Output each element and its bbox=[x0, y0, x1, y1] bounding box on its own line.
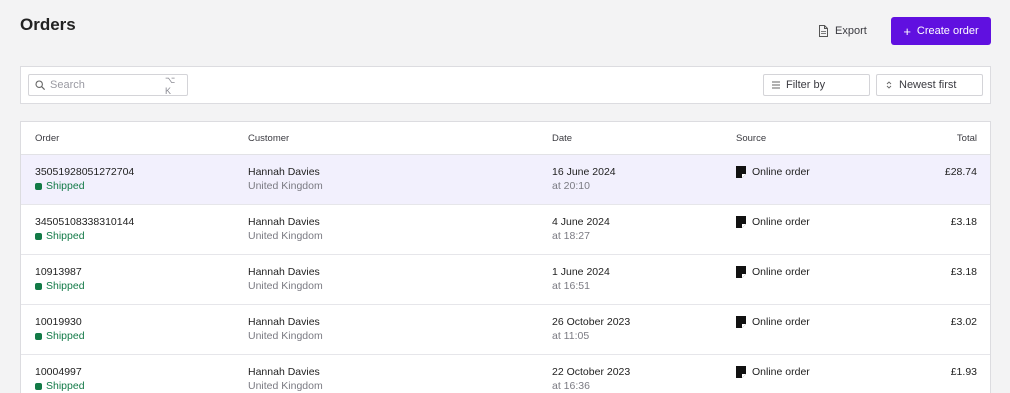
customer-country: United Kingdom bbox=[248, 180, 323, 192]
source-label: Online order bbox=[752, 266, 810, 278]
filter-lines-icon bbox=[772, 81, 780, 89]
search-icon bbox=[35, 80, 45, 90]
receipt-icon bbox=[736, 316, 746, 328]
customer-country: United Kingdom bbox=[248, 330, 323, 342]
orders-page: Orders Export + Create order ⌥ K Filter … bbox=[0, 0, 1010, 393]
receipt-icon bbox=[736, 216, 746, 228]
table-row[interactable]: 10913987 Shipped Hannah Davies United King… bbox=[21, 255, 990, 305]
order-number[interactable]: 10019930 bbox=[35, 316, 82, 328]
order-total: £3.18 bbox=[950, 216, 977, 228]
status-badge: Shipped bbox=[35, 230, 85, 242]
order-date: 16 June 2024 bbox=[552, 166, 616, 178]
order-date: 4 June 2024 bbox=[552, 216, 610, 228]
status-badge: Shipped bbox=[35, 280, 85, 292]
customer-name: Hannah Davies bbox=[248, 166, 320, 178]
status-label: Shipped bbox=[46, 230, 85, 242]
table-header: Order Customer Date Source Total bbox=[21, 122, 990, 155]
search-box[interactable]: ⌥ K bbox=[28, 74, 188, 96]
order-date: 26 October 2023 bbox=[552, 316, 631, 328]
column-date[interactable]: Date bbox=[552, 133, 572, 144]
document-icon bbox=[819, 25, 828, 37]
create-order-button[interactable]: + Create order bbox=[891, 17, 991, 45]
customer-country: United Kingdom bbox=[248, 280, 323, 292]
source-label: Online order bbox=[752, 166, 810, 178]
order-source: Online order bbox=[736, 166, 810, 178]
order-time: at 18:27 bbox=[552, 230, 590, 242]
status-badge: Shipped bbox=[35, 380, 85, 392]
order-total: £3.02 bbox=[950, 316, 977, 328]
table-row[interactable]: 10004997 Shipped Hannah Davies United King… bbox=[21, 355, 990, 393]
customer-name: Hannah Davies bbox=[248, 316, 320, 328]
status-dot-icon bbox=[35, 232, 42, 240]
orders-table: Order Customer Date Source Total 3505192… bbox=[20, 121, 991, 393]
table-row[interactable]: 10019930 Shipped Hannah Davies United King… bbox=[21, 305, 990, 355]
order-time: at 16:51 bbox=[552, 280, 590, 292]
status-dot-icon bbox=[35, 282, 42, 290]
customer-name: Hannah Davies bbox=[248, 266, 320, 278]
order-source: Online order bbox=[736, 366, 810, 378]
status-label: Shipped bbox=[46, 380, 85, 392]
customer-country: United Kingdom bbox=[248, 230, 323, 242]
customer-country: United Kingdom bbox=[248, 380, 323, 392]
search-input[interactable] bbox=[50, 79, 160, 91]
order-total: £28.74 bbox=[944, 166, 977, 178]
source-label: Online order bbox=[752, 216, 810, 228]
source-label: Online order bbox=[752, 316, 810, 328]
order-total: £3.18 bbox=[950, 266, 977, 278]
source-label: Online order bbox=[752, 366, 810, 378]
receipt-icon bbox=[736, 366, 746, 378]
order-number[interactable]: 34505108338310144 bbox=[35, 216, 134, 228]
export-label: Export bbox=[835, 25, 867, 37]
order-total: £1.93 bbox=[950, 366, 977, 378]
order-number[interactable]: 35051928051272704 bbox=[35, 166, 134, 178]
order-number[interactable]: 10913987 bbox=[35, 266, 82, 278]
filter-label: Filter by bbox=[786, 79, 826, 91]
sort-button[interactable]: Newest first bbox=[876, 74, 983, 96]
order-date: 1 June 2024 bbox=[552, 266, 610, 278]
order-time: at 16:36 bbox=[552, 380, 590, 392]
status-label: Shipped bbox=[46, 330, 85, 342]
column-total[interactable]: Total bbox=[957, 133, 977, 144]
status-badge: Shipped bbox=[35, 330, 85, 342]
order-source: Online order bbox=[736, 216, 810, 228]
status-label: Shipped bbox=[46, 280, 85, 292]
order-source: Online order bbox=[736, 266, 810, 278]
filter-by-button[interactable]: Filter by bbox=[763, 74, 870, 96]
sort-arrows-icon bbox=[886, 81, 892, 89]
customer-name: Hannah Davies bbox=[248, 216, 320, 228]
orders-toolbar: ⌥ K Filter by Newest first bbox=[20, 66, 991, 104]
order-time: at 20:10 bbox=[552, 180, 590, 192]
column-customer[interactable]: Customer bbox=[248, 133, 289, 144]
export-button[interactable]: Export bbox=[818, 20, 867, 42]
status-badge: Shipped bbox=[35, 180, 85, 192]
plus-icon: + bbox=[903, 23, 911, 39]
order-number[interactable]: 10004997 bbox=[35, 366, 82, 378]
create-order-label: Create order bbox=[916, 25, 979, 37]
order-source: Online order bbox=[736, 316, 810, 328]
page-title: Orders bbox=[20, 15, 76, 34]
column-order[interactable]: Order bbox=[35, 133, 59, 144]
sort-label: Newest first bbox=[899, 79, 957, 91]
order-time: at 11:05 bbox=[552, 330, 590, 342]
status-dot-icon bbox=[35, 332, 42, 340]
column-source[interactable]: Source bbox=[736, 133, 766, 144]
customer-name: Hannah Davies bbox=[248, 366, 320, 378]
status-label: Shipped bbox=[46, 180, 85, 192]
table-row[interactable]: 34505108338310144 Shipped Hannah Davies Un… bbox=[21, 205, 990, 255]
order-date: 22 October 2023 bbox=[552, 366, 631, 378]
receipt-icon bbox=[736, 166, 746, 178]
receipt-icon bbox=[736, 266, 746, 278]
search-shortcut: ⌥ K bbox=[165, 74, 176, 96]
table-row[interactable]: 35051928051272704 Shipped Hannah Davies Un… bbox=[21, 155, 990, 205]
status-dot-icon bbox=[35, 182, 42, 190]
status-dot-icon bbox=[35, 382, 42, 390]
